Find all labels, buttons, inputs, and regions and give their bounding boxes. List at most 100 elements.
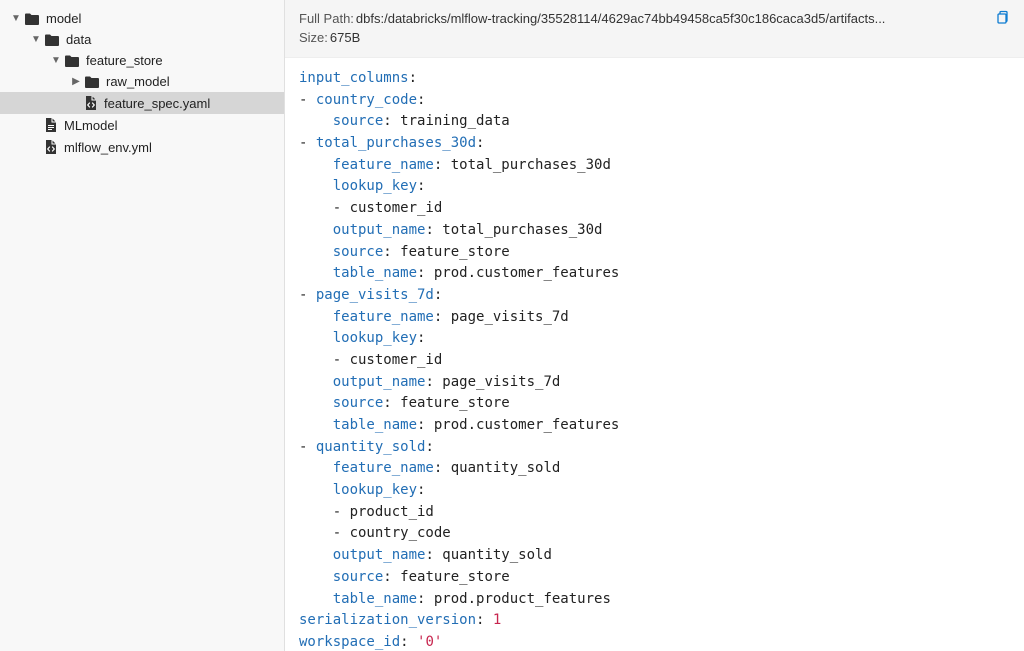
code-line: - page_visits_7d: (299, 285, 1010, 307)
code-token: : feature_store (383, 244, 509, 260)
main-panel: Full Path: dbfs:/databricks/mlflow-track… (285, 0, 1024, 651)
copy-path-button[interactable] (994, 10, 1010, 26)
file-tree-sidebar: ▼ model ▼ data ▼ feature_store ▶raw_modelfeatu… (0, 0, 285, 651)
file-code-icon (44, 139, 58, 155)
code-token (299, 222, 333, 238)
code-line: source: feature_store (299, 242, 1010, 264)
code-token: : feature_store (383, 569, 509, 585)
tree-item-label: mlflow_env.yml (64, 140, 152, 155)
code-token: table_name (333, 265, 417, 281)
code-line: input_columns: (299, 68, 1010, 90)
tree-item-data[interactable]: ▼ data (0, 29, 284, 50)
code-token (299, 330, 333, 346)
code-token: - product_id (299, 504, 434, 520)
code-token: : (409, 70, 417, 86)
caret-down-icon[interactable]: ▼ (10, 13, 22, 24)
code-line: feature_name: quantity_sold (299, 458, 1010, 480)
size-value: 675B (330, 30, 360, 45)
code-line: feature_name: page_visits_7d (299, 307, 1010, 329)
code-token (299, 395, 333, 411)
code-line: - customer_id (299, 198, 1010, 220)
code-token: : page_visits_7d (425, 374, 560, 390)
folder-icon (44, 33, 60, 47)
folder-icon (84, 75, 100, 89)
code-line: source: feature_store (299, 567, 1010, 589)
code-token (299, 460, 333, 476)
code-line: lookup_key: (299, 176, 1010, 198)
code-line: output_name: quantity_sold (299, 545, 1010, 567)
code-line: output_name: total_purchases_30d (299, 220, 1010, 242)
file-icon (44, 117, 58, 133)
code-token: source (333, 395, 384, 411)
code-token: - (299, 439, 316, 455)
code-token (299, 569, 333, 585)
code-token: lookup_key (333, 482, 417, 498)
code-token (299, 309, 333, 325)
code-token (299, 113, 333, 129)
caret-down-icon[interactable]: ▼ (50, 55, 62, 66)
code-token (299, 417, 333, 433)
code-line: - country_code (299, 523, 1010, 545)
code-line: - country_code: (299, 90, 1010, 112)
code-token: lookup_key (333, 178, 417, 194)
copy-icon (994, 10, 1010, 26)
code-token: - customer_id (299, 200, 442, 216)
code-line: workspace_id: '0' (299, 632, 1010, 651)
code-token (299, 374, 333, 390)
code-line: - customer_id (299, 350, 1010, 372)
code-token: serialization_version (299, 612, 476, 628)
code-token: : (417, 92, 425, 108)
code-token: : (425, 439, 433, 455)
code-token: feature_name (333, 309, 434, 325)
folder-icon (64, 54, 80, 68)
tree-item-label: feature_store (86, 53, 163, 68)
code-token: : training_data (383, 113, 509, 129)
code-token (299, 244, 333, 260)
code-line: - total_purchases_30d: (299, 133, 1010, 155)
code-token: : (417, 482, 425, 498)
code-token: : (476, 612, 493, 628)
code-token: : quantity_sold (434, 460, 560, 476)
code-token (299, 178, 333, 194)
size-label: Size: (299, 30, 328, 45)
tree-item-feature-spec-yaml[interactable]: feature_spec.yaml (0, 92, 284, 114)
tree-item-mlflow-env-yml[interactable]: mlflow_env.yml (0, 136, 284, 158)
code-token: - (299, 92, 316, 108)
code-token: '0' (417, 634, 442, 650)
code-token (299, 265, 333, 281)
artifact-header: Full Path: dbfs:/databricks/mlflow-track… (285, 0, 1024, 58)
caret-right-icon[interactable]: ▶ (70, 76, 82, 87)
caret-down-icon[interactable]: ▼ (30, 34, 42, 45)
code-token: : (400, 634, 417, 650)
full-path-value: dbfs:/databricks/mlflow-tracking/3552811… (356, 11, 986, 26)
code-line: feature_name: total_purchases_30d (299, 155, 1010, 177)
folder-icon (24, 12, 40, 26)
tree-item-model[interactable]: ▼ model (0, 8, 284, 29)
code-token: : prod.customer_features (417, 417, 619, 433)
code-line: table_name: prod.product_features (299, 589, 1010, 611)
tree-item-label: model (46, 11, 81, 26)
code-token: workspace_id (299, 634, 400, 650)
code-line: lookup_key: (299, 328, 1010, 350)
code-token: table_name (333, 591, 417, 607)
code-token (299, 157, 333, 173)
code-line: - quantity_sold: (299, 437, 1010, 459)
tree-item-feature-store[interactable]: ▼ feature_store (0, 50, 284, 71)
code-token: : total_purchases_30d (434, 157, 611, 173)
code-token: - (299, 135, 316, 151)
tree-item-raw-model[interactable]: ▶raw_model (0, 71, 284, 92)
code-token (299, 591, 333, 607)
code-line: source: feature_store (299, 393, 1010, 415)
code-token: feature_name (333, 157, 434, 173)
code-token: lookup_key (333, 330, 417, 346)
code-token: source (333, 113, 384, 129)
code-token: : quantity_sold (425, 547, 551, 563)
full-path-label: Full Path: (299, 11, 354, 26)
tree-item-label: data (66, 32, 91, 47)
file-content-viewer[interactable]: input_columns:- country_code: source: tr… (285, 58, 1024, 651)
code-line: source: training_data (299, 111, 1010, 133)
code-token: input_columns (299, 70, 409, 86)
code-token: : prod.product_features (417, 591, 611, 607)
tree-item-mlmodel[interactable]: MLmodel (0, 114, 284, 136)
code-token: page_visits_7d (316, 287, 434, 303)
